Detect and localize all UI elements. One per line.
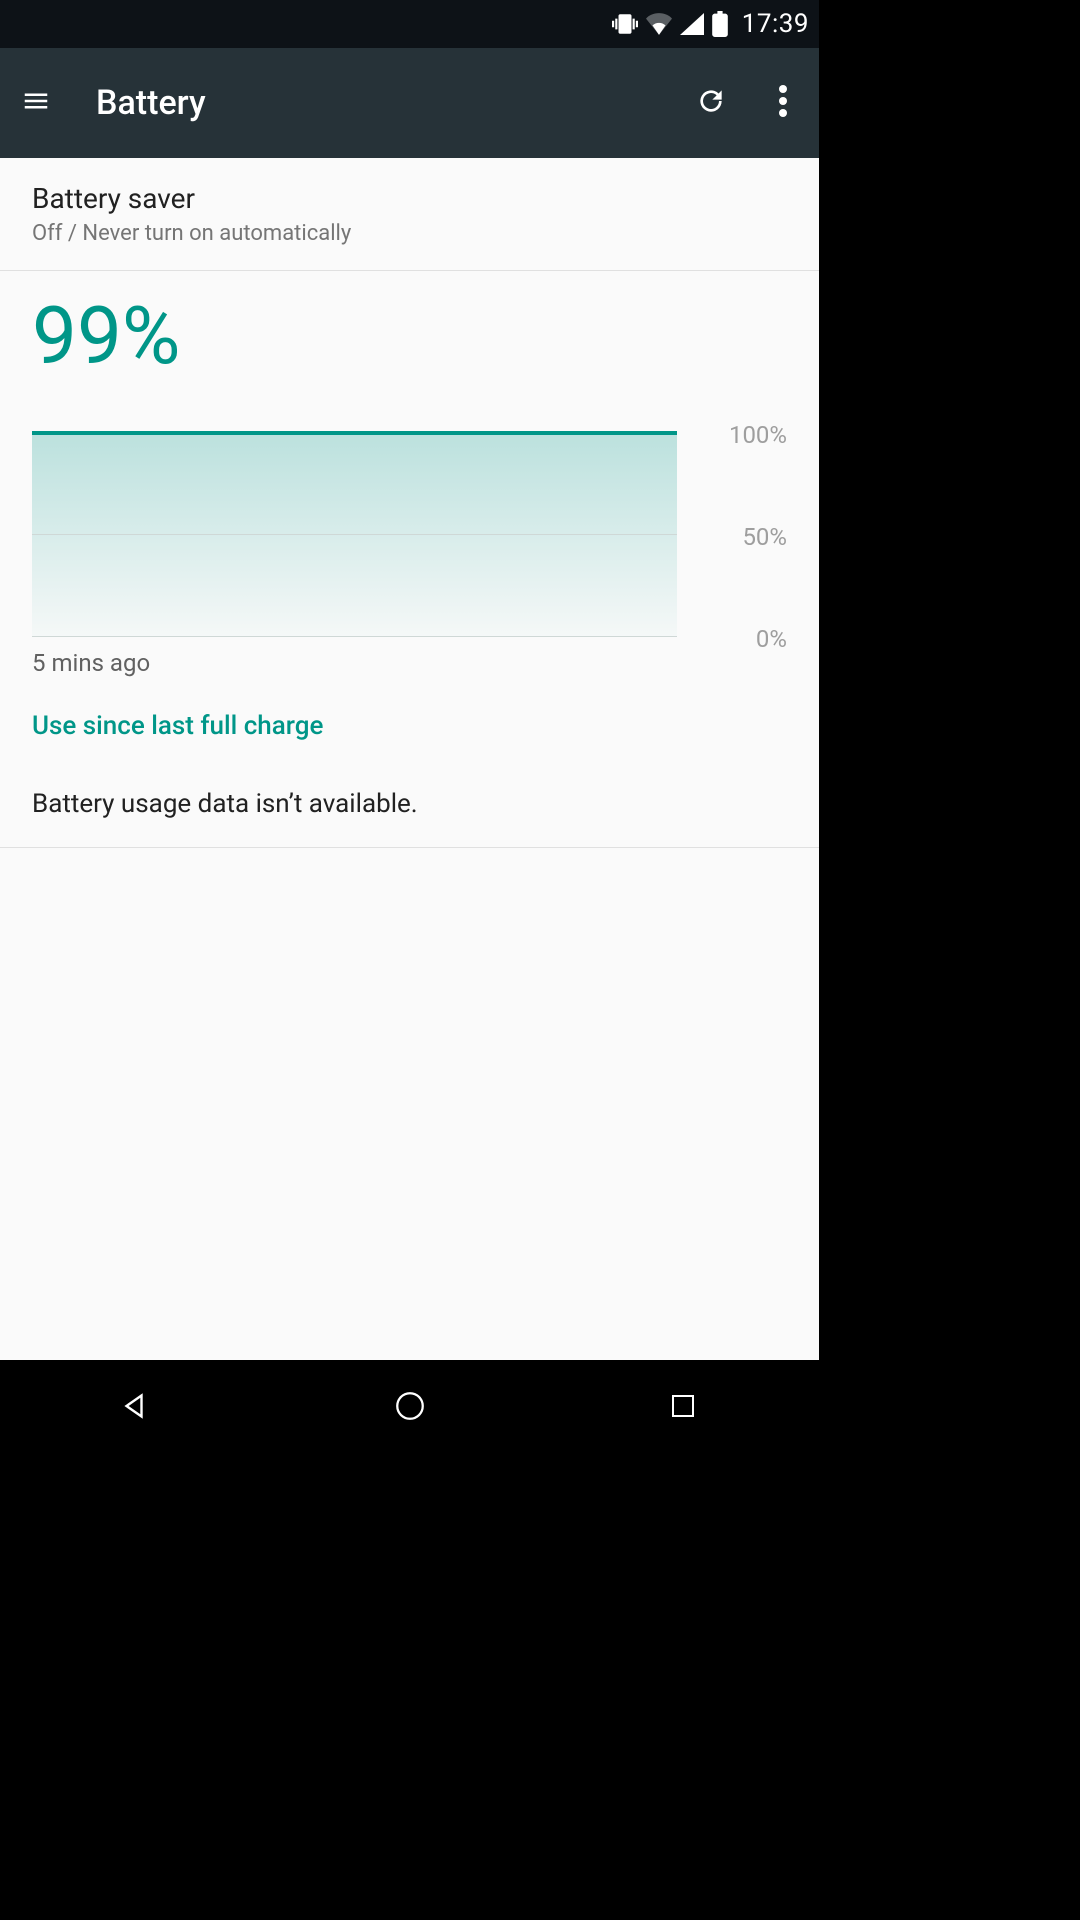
battery-saver-subtitle: Off / Never turn on automatically	[32, 221, 787, 246]
page-title: Battery	[96, 83, 663, 123]
status-bar-clock: 17:39	[742, 9, 809, 39]
battery-percentage: 99%	[0, 271, 819, 407]
chart-plot-area	[32, 431, 677, 637]
home-icon	[393, 1389, 427, 1427]
back-icon	[119, 1388, 155, 1428]
chart-gridline-50	[32, 534, 677, 535]
signal-icon	[680, 13, 704, 35]
usage-unavailable-text: Battery usage data isn’t available.	[0, 761, 819, 847]
refresh-icon	[695, 85, 727, 121]
hamburger-icon	[21, 86, 51, 120]
chart-ylabel-50: 50%	[742, 523, 787, 551]
chart-ylabel-100: 100%	[729, 421, 787, 449]
battery-saver-title: Battery saver	[32, 182, 787, 215]
screen-root: 17:39 Battery Battery saver Off / Never …	[0, 0, 819, 1456]
chart-series-line	[32, 431, 677, 435]
battery-saver-row[interactable]: Battery saver Off / Never turn on automa…	[0, 158, 819, 270]
divider	[0, 847, 819, 848]
refresh-button[interactable]	[687, 79, 735, 127]
chart-xlabel-start: 5 mins ago	[32, 649, 150, 677]
battery-status-icon	[712, 11, 728, 37]
usage-section-header: Use since last full charge	[0, 691, 819, 761]
battery-chart[interactable]: 100% 50% 0% 5 mins ago	[32, 431, 787, 691]
nav-recent-button[interactable]	[623, 1378, 743, 1438]
chart-baseline	[32, 636, 677, 637]
nav-home-button[interactable]	[350, 1378, 470, 1438]
app-bar: Battery	[0, 48, 819, 158]
navigation-bar	[0, 1360, 819, 1456]
chart-fill	[32, 433, 677, 637]
wifi-icon	[646, 13, 672, 35]
chart-ylabel-0: 0%	[756, 625, 787, 653]
recent-apps-icon	[668, 1391, 698, 1425]
overflow-button[interactable]	[759, 79, 807, 127]
status-bar: 17:39	[0, 0, 819, 48]
vibrate-icon	[612, 11, 638, 37]
content: Battery saver Off / Never turn on automa…	[0, 158, 819, 1360]
more-vert-icon	[779, 85, 787, 121]
nav-back-button[interactable]	[77, 1378, 197, 1438]
menu-button[interactable]	[12, 79, 60, 127]
